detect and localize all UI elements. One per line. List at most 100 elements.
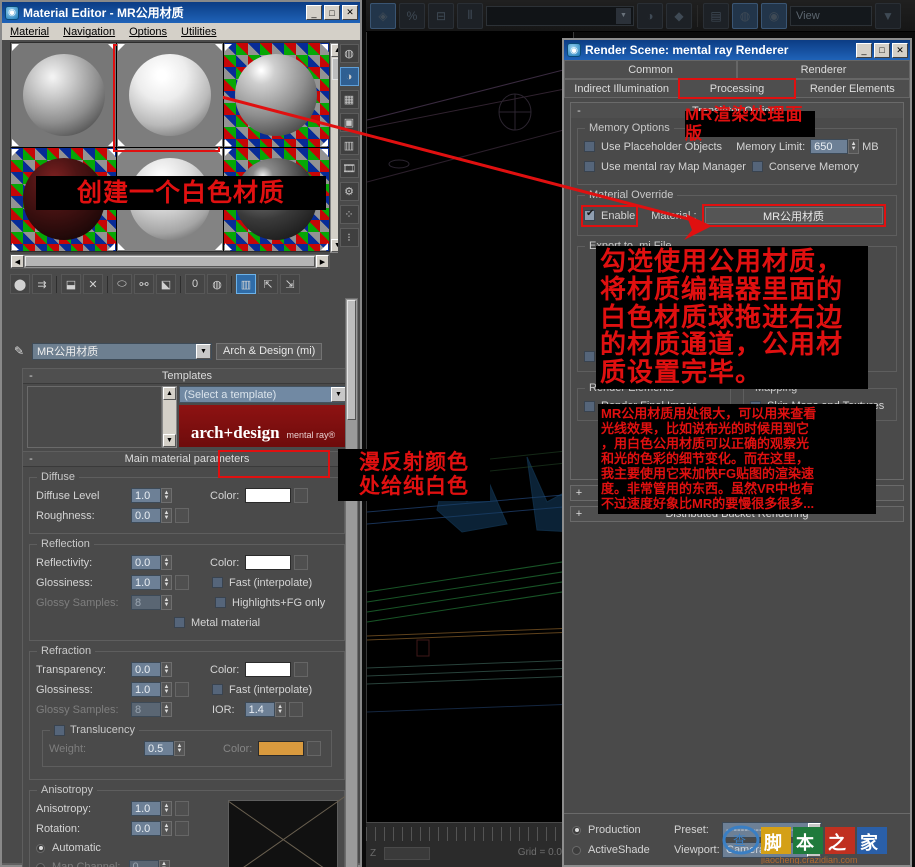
make-unique-icon[interactable]: ⚯ [134,274,154,294]
slots-horizontal-scrollbar[interactable]: ◀ ▶ [10,254,330,269]
timeline-ticks[interactable] [366,827,574,841]
expand-icon[interactable]: + [571,508,587,520]
spinner-arrows-icon[interactable]: ▲▼ [158,859,170,867]
eyedropper-icon[interactable]: ✎ [10,343,28,359]
main-params-rollout-header[interactable]: - Main material parameters [23,452,351,467]
memory-limit-spinner[interactable]: 650 ▲ ▼ [810,139,860,154]
material-editor-icon[interactable]: ◉ [761,2,787,29]
spinner-arrows-icon[interactable]: ▲▼ [161,488,172,503]
reflectivity-spinner[interactable]: 0.0 ▲ ▼ [131,555,172,570]
map-channel-radio[interactable] [36,862,45,867]
spinner-arrows-icon[interactable]: ▲▼ [161,801,172,816]
translucency-color-swatch[interactable] [258,741,305,756]
ior-spinner[interactable]: 1.4 ▲ ▼ [244,702,286,717]
make-preview-icon[interactable]: 🎞 [339,159,359,178]
hscroll-thumb[interactable] [25,256,315,267]
diffuse-level-value[interactable]: 1.0 [131,488,161,503]
collapse-icon[interactable]: - [23,453,39,465]
production-radio[interactable] [572,825,581,835]
tab-renderer[interactable]: Renderer [737,60,910,79]
close-button[interactable]: ✕ [892,42,908,58]
reflection-color-map-button[interactable] [294,555,309,570]
background-checker-icon[interactable]: ▦ [339,90,359,109]
activeshade-radio[interactable] [572,845,581,855]
spinner-arrows-icon[interactable]: ▲▼ [848,139,860,154]
transparency-value[interactable]: 0.0 [131,662,161,677]
use-placeholder-checkbox[interactable] [584,141,595,152]
roughness-map-button[interactable] [175,508,189,523]
spinner-arrows-icon[interactable]: ▲▼ [161,595,172,610]
scroll-up-icon[interactable]: ▲ [163,387,176,400]
coord-field[interactable] [384,847,431,860]
tab-indirect-illumination[interactable]: Indirect Illumination [564,79,680,98]
render-setup-icon[interactable]: ◈ [370,2,396,29]
chevron-down-icon[interactable]: ▼ [196,343,211,359]
weight-spinner[interactable]: 0.5 ▲ ▼ [144,741,185,756]
spinner-arrows-icon[interactable]: ▲▼ [161,821,172,836]
material-map-navigator-icon[interactable]: ⁝ [339,228,359,247]
diffuse-level-spinner[interactable]: 1.0 ▲ ▼ [131,488,172,503]
spinner-arrows-icon[interactable]: ▲▼ [161,702,172,717]
named-selection-combo[interactable]: ▼ [486,5,634,26]
collapse-icon[interactable]: - [571,105,587,117]
view-dropdown-icon[interactable]: ▼ [875,2,901,29]
named-selection-icon[interactable]: ⦀ [457,2,483,29]
collapse-icon[interactable]: - [23,370,39,382]
diffuse-color-map-button[interactable] [294,488,309,503]
template-select-dropdown[interactable]: (Select a template) ▼ [179,386,347,403]
sample-uv-tiling-icon[interactable]: ▣ [339,113,359,132]
reflection-glossiness-spinner[interactable]: 1.0 ▲ ▼ [131,575,172,590]
spinner-arrows-icon[interactable]: ▲▼ [161,575,172,590]
close-button[interactable]: ✕ [342,5,358,20]
glossy-samples-value[interactable]: 8 [131,595,161,610]
ior-map-button[interactable] [288,702,303,717]
anisotropy-map-button[interactable] [175,801,189,816]
minimize-button[interactable]: _ [856,42,872,58]
rotation-value[interactable]: 0.0 [131,821,161,836]
select-by-material-icon[interactable]: ⁘ [339,205,359,224]
options-icon[interactable]: ⚙ [339,182,359,201]
refraction-glossiness-spinner[interactable]: 1.0 ▲ ▼ [131,682,172,697]
sample-slot-1[interactable] [11,43,117,147]
refraction-glossy-samples-spinner[interactable]: 8 ▲ ▼ [131,702,172,717]
sample-slot-3[interactable] [223,43,329,147]
map-channel-value[interactable]: 0 [128,859,159,867]
anisotropy-value[interactable]: 1.0 [131,801,161,816]
anisotropy-spinner[interactable]: 1.0 ▲ ▼ [131,801,172,816]
diffuse-color-swatch[interactable] [245,488,292,503]
menu-utilities[interactable]: Utilities [181,26,216,38]
reflection-glossiness-map-button[interactable] [175,575,189,590]
merge-checkbox[interactable] [584,350,595,362]
roughness-value[interactable]: 0.0 [131,508,161,523]
backlight-icon[interactable]: ◑ [339,67,359,86]
maximize-button[interactable]: □ [874,42,890,58]
rotation-spinner[interactable]: 0.0 ▲ ▼ [131,821,172,836]
weight-value[interactable]: 0.5 [144,741,174,756]
reflection-color-swatch[interactable] [245,555,292,570]
material-name-field[interactable]: MR公用材质 ▼ [32,342,212,360]
spinner-arrows-icon[interactable]: ▲▼ [161,682,172,697]
chevron-down-icon[interactable]: ▼ [616,7,631,24]
refraction-color-map-button[interactable] [294,662,309,677]
fast-interpolate-checkbox-row[interactable]: Fast (interpolate) [212,575,312,591]
translucency-checkbox[interactable] [54,724,65,736]
map-channel-radio-row[interactable]: Map Channel: 0 ▲▼ [36,859,218,867]
spinner-arrows-icon[interactable]: ▲▼ [161,662,172,677]
scroll-thumb[interactable] [347,300,356,420]
enable-override-checkbox[interactable]: ✔ [584,209,595,221]
material-editor-scrollbar[interactable] [345,298,358,867]
viewport-layout-combo[interactable]: View [790,5,872,26]
rotation-map-button[interactable] [175,821,189,836]
reflection-glossiness-value[interactable]: 1.0 [131,575,161,590]
scroll-left-icon[interactable]: ◀ [11,255,24,268]
refraction-glossy-samples-value[interactable]: 8 [131,702,161,717]
tab-processing[interactable]: Processing [678,78,796,99]
menu-options[interactable]: Options [129,26,167,38]
video-color-check-icon[interactable]: ▥ [339,136,359,155]
sample-slot-2[interactable] [117,43,223,147]
refraction-glossiness-map-button[interactable] [175,682,189,697]
template-list-scrollbar[interactable]: ▲ ▼ [162,386,177,448]
put-to-scene-icon[interactable]: ⇉ [32,274,52,294]
render-final-image-checkbox[interactable] [584,400,595,412]
curve-editor-icon[interactable]: ◍ [732,2,758,29]
